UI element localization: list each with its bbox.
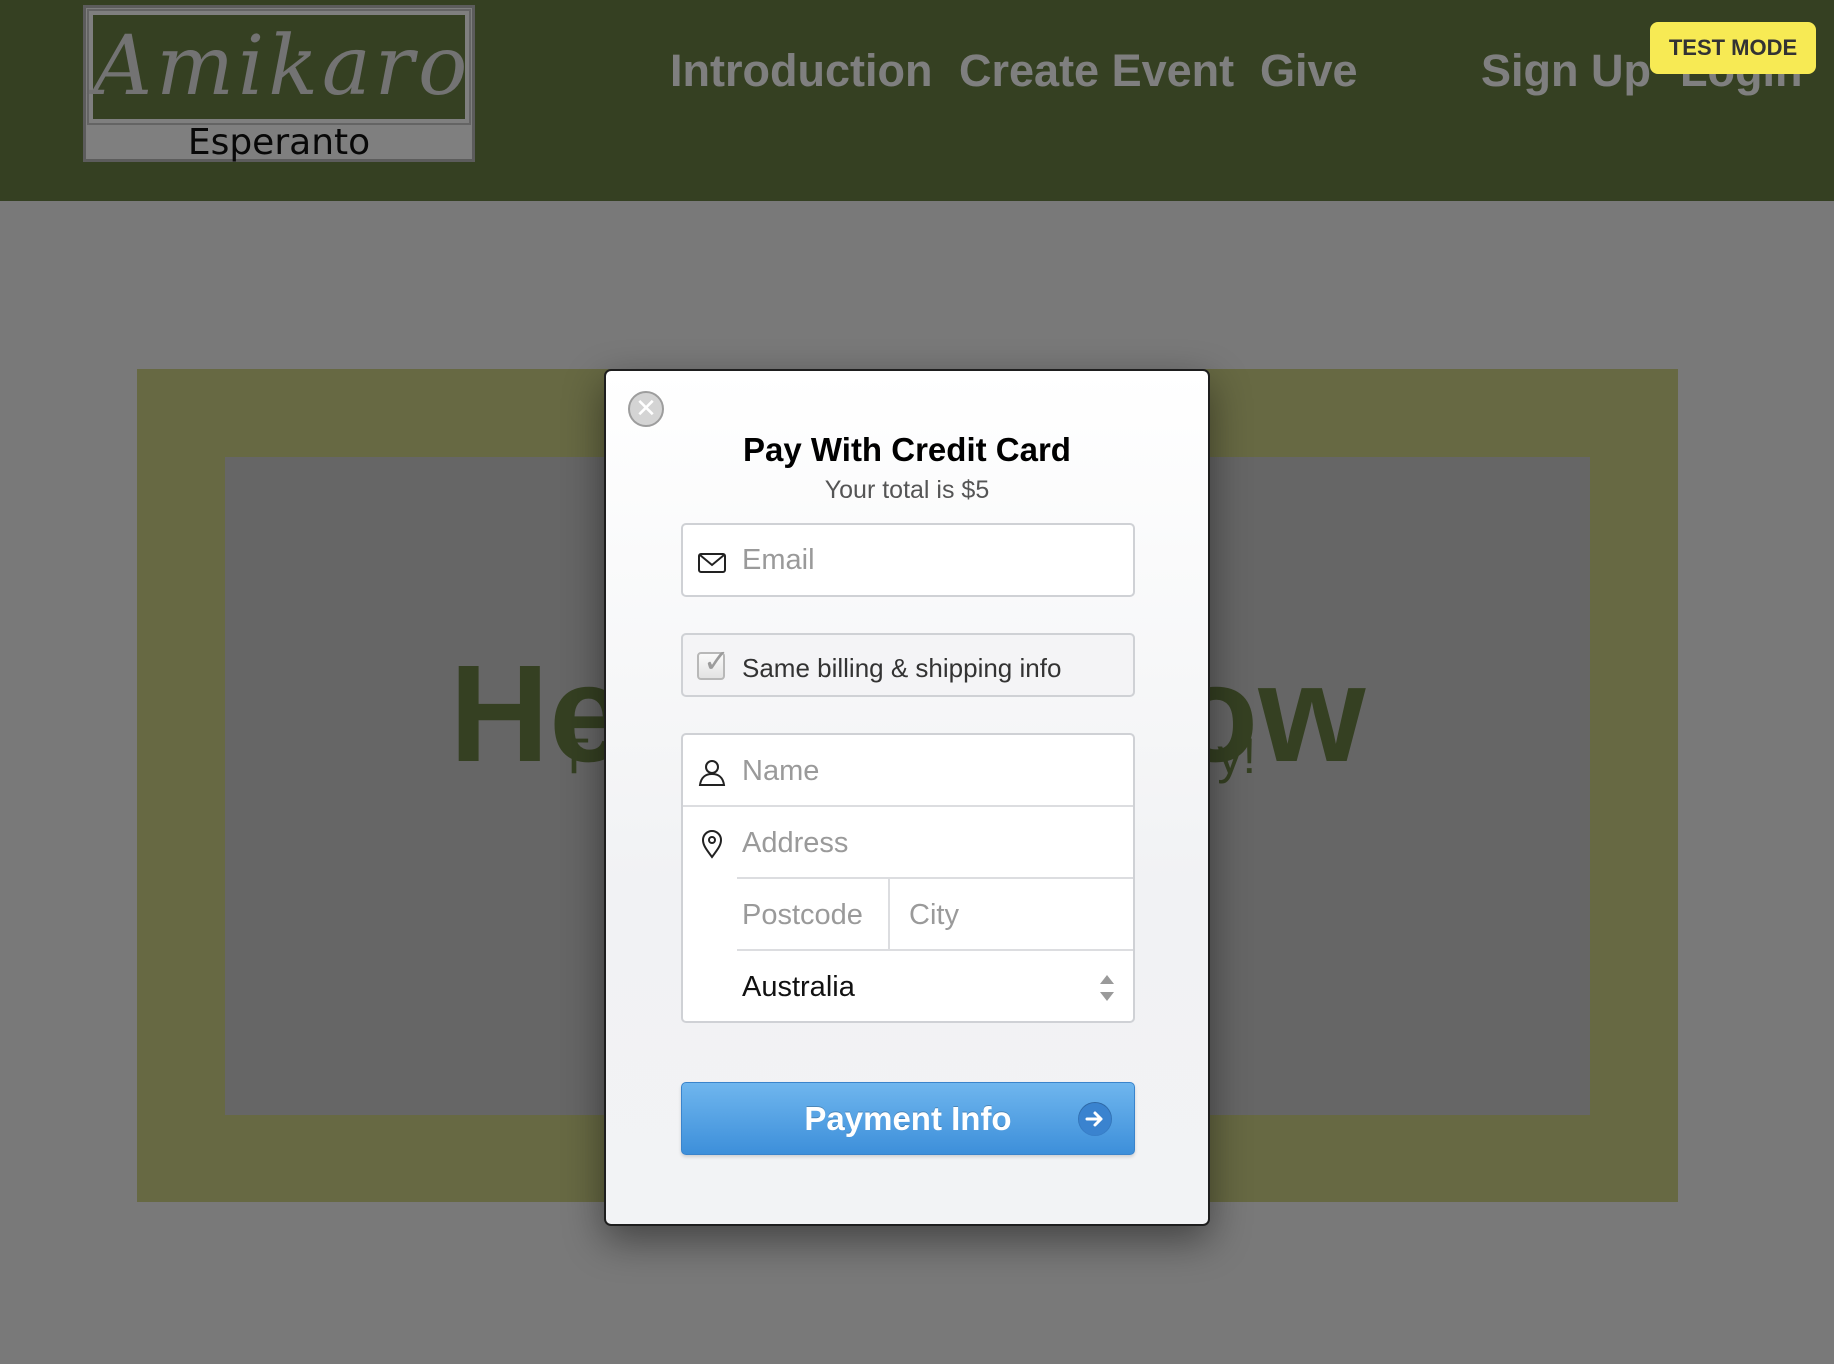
test-mode-badge: TEST MODE bbox=[1650, 22, 1816, 74]
postcode-city-row bbox=[683, 879, 1133, 951]
close-icon: ✕ bbox=[635, 393, 657, 423]
payment-info-button[interactable]: Payment Info bbox=[681, 1082, 1135, 1155]
modal-title: Pay With Credit Card bbox=[743, 431, 1071, 468]
address-input[interactable] bbox=[742, 807, 1125, 879]
name-row bbox=[683, 735, 1133, 807]
name-input[interactable] bbox=[742, 735, 1125, 807]
arrow-right-icon bbox=[1078, 1102, 1112, 1136]
email-input[interactable] bbox=[742, 525, 1125, 595]
checkmark-icon: ✓ bbox=[703, 643, 730, 679]
select-arrows-icon bbox=[1100, 975, 1114, 1001]
close-button[interactable]: ✕ bbox=[628, 391, 664, 427]
city-input[interactable] bbox=[909, 879, 1125, 951]
envelope-icon bbox=[698, 553, 726, 573]
country-select[interactable]: Australia bbox=[742, 951, 1125, 1023]
location-pin-icon bbox=[701, 830, 723, 859]
postcode-input[interactable] bbox=[742, 879, 882, 951]
email-field-box bbox=[681, 523, 1135, 597]
same-info-checkbox[interactable]: ✓ bbox=[697, 643, 730, 680]
payment-info-label: Payment Info bbox=[804, 1100, 1012, 1137]
country-row[interactable]: Australia bbox=[683, 951, 1133, 1023]
address-field-box: Australia bbox=[681, 733, 1135, 1023]
person-icon bbox=[698, 760, 726, 786]
same-info-label: Same billing & shipping info bbox=[742, 653, 1062, 683]
field-separator bbox=[888, 879, 890, 951]
modal-total: Your total is $5 bbox=[824, 476, 990, 504]
same-info-toggle[interactable]: ✓ Same billing & shipping info bbox=[681, 633, 1135, 697]
address-row bbox=[683, 807, 1133, 879]
payment-modal: ✕ Pay With Credit Card Your total is $5 … bbox=[604, 369, 1210, 1226]
